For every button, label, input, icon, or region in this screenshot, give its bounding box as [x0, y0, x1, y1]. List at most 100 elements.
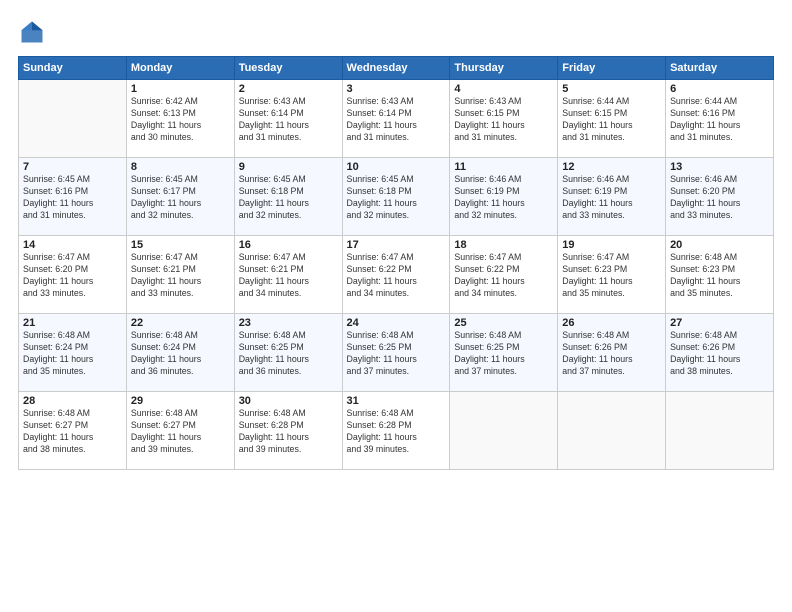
day-number: 4: [454, 83, 553, 95]
day-detail: Sunrise: 6:47 AMSunset: 6:22 PMDaylight:…: [454, 252, 553, 300]
day-number: 26: [562, 317, 661, 329]
day-number: 22: [131, 317, 230, 329]
page: SundayMondayTuesdayWednesdayThursdayFrid…: [0, 0, 792, 612]
day-detail: Sunrise: 6:45 AMSunset: 6:18 PMDaylight:…: [239, 174, 338, 222]
day-detail: Sunrise: 6:43 AMSunset: 6:15 PMDaylight:…: [454, 96, 553, 144]
day-number: 28: [23, 395, 122, 407]
calendar-cell: [666, 392, 774, 470]
day-number: 25: [454, 317, 553, 329]
calendar-week-4: 28Sunrise: 6:48 AMSunset: 6:27 PMDayligh…: [19, 392, 774, 470]
day-number: 6: [670, 83, 769, 95]
day-detail: Sunrise: 6:45 AMSunset: 6:17 PMDaylight:…: [131, 174, 230, 222]
day-number: 2: [239, 83, 338, 95]
day-header-wednesday: Wednesday: [342, 57, 450, 80]
day-detail: Sunrise: 6:47 AMSunset: 6:23 PMDaylight:…: [562, 252, 661, 300]
day-number: 21: [23, 317, 122, 329]
day-detail: Sunrise: 6:48 AMSunset: 6:28 PMDaylight:…: [347, 408, 446, 456]
day-header-monday: Monday: [126, 57, 234, 80]
day-number: 11: [454, 161, 553, 173]
day-number: 29: [131, 395, 230, 407]
day-number: 1: [131, 83, 230, 95]
day-number: 19: [562, 239, 661, 251]
day-number: 7: [23, 161, 122, 173]
day-header-tuesday: Tuesday: [234, 57, 342, 80]
calendar-week-0: 1Sunrise: 6:42 AMSunset: 6:13 PMDaylight…: [19, 80, 774, 158]
logo-icon: [18, 18, 46, 46]
day-detail: Sunrise: 6:46 AMSunset: 6:20 PMDaylight:…: [670, 174, 769, 222]
day-number: 12: [562, 161, 661, 173]
calendar-cell: 17Sunrise: 6:47 AMSunset: 6:22 PMDayligh…: [342, 236, 450, 314]
calendar-cell: 24Sunrise: 6:48 AMSunset: 6:25 PMDayligh…: [342, 314, 450, 392]
day-header-friday: Friday: [558, 57, 666, 80]
day-number: 13: [670, 161, 769, 173]
day-detail: Sunrise: 6:48 AMSunset: 6:26 PMDaylight:…: [562, 330, 661, 378]
day-header-sunday: Sunday: [19, 57, 127, 80]
day-detail: Sunrise: 6:43 AMSunset: 6:14 PMDaylight:…: [347, 96, 446, 144]
calendar-cell: 13Sunrise: 6:46 AMSunset: 6:20 PMDayligh…: [666, 158, 774, 236]
day-detail: Sunrise: 6:47 AMSunset: 6:22 PMDaylight:…: [347, 252, 446, 300]
day-detail: Sunrise: 6:48 AMSunset: 6:25 PMDaylight:…: [347, 330, 446, 378]
day-number: 9: [239, 161, 338, 173]
day-detail: Sunrise: 6:43 AMSunset: 6:14 PMDaylight:…: [239, 96, 338, 144]
calendar-cell: 31Sunrise: 6:48 AMSunset: 6:28 PMDayligh…: [342, 392, 450, 470]
day-detail: Sunrise: 6:44 AMSunset: 6:16 PMDaylight:…: [670, 96, 769, 144]
day-header-saturday: Saturday: [666, 57, 774, 80]
day-number: 20: [670, 239, 769, 251]
day-detail: Sunrise: 6:42 AMSunset: 6:13 PMDaylight:…: [131, 96, 230, 144]
day-number: 8: [131, 161, 230, 173]
day-detail: Sunrise: 6:48 AMSunset: 6:24 PMDaylight:…: [23, 330, 122, 378]
calendar-cell: 27Sunrise: 6:48 AMSunset: 6:26 PMDayligh…: [666, 314, 774, 392]
day-detail: Sunrise: 6:48 AMSunset: 6:23 PMDaylight:…: [670, 252, 769, 300]
calendar-cell: 5Sunrise: 6:44 AMSunset: 6:15 PMDaylight…: [558, 80, 666, 158]
day-detail: Sunrise: 6:48 AMSunset: 6:27 PMDaylight:…: [23, 408, 122, 456]
calendar-cell: 3Sunrise: 6:43 AMSunset: 6:14 PMDaylight…: [342, 80, 450, 158]
calendar-cell: 16Sunrise: 6:47 AMSunset: 6:21 PMDayligh…: [234, 236, 342, 314]
logo: [18, 18, 50, 46]
day-detail: Sunrise: 6:48 AMSunset: 6:26 PMDaylight:…: [670, 330, 769, 378]
day-detail: Sunrise: 6:48 AMSunset: 6:24 PMDaylight:…: [131, 330, 230, 378]
calendar-cell: 15Sunrise: 6:47 AMSunset: 6:21 PMDayligh…: [126, 236, 234, 314]
calendar-cell: 14Sunrise: 6:47 AMSunset: 6:20 PMDayligh…: [19, 236, 127, 314]
day-number: 24: [347, 317, 446, 329]
day-detail: Sunrise: 6:48 AMSunset: 6:28 PMDaylight:…: [239, 408, 338, 456]
calendar-cell: 7Sunrise: 6:45 AMSunset: 6:16 PMDaylight…: [19, 158, 127, 236]
calendar-cell: [558, 392, 666, 470]
day-detail: Sunrise: 6:45 AMSunset: 6:16 PMDaylight:…: [23, 174, 122, 222]
day-detail: Sunrise: 6:46 AMSunset: 6:19 PMDaylight:…: [562, 174, 661, 222]
day-number: 10: [347, 161, 446, 173]
calendar-cell: [450, 392, 558, 470]
calendar-cell: 29Sunrise: 6:48 AMSunset: 6:27 PMDayligh…: [126, 392, 234, 470]
calendar-cell: 10Sunrise: 6:45 AMSunset: 6:18 PMDayligh…: [342, 158, 450, 236]
calendar-cell: 30Sunrise: 6:48 AMSunset: 6:28 PMDayligh…: [234, 392, 342, 470]
calendar-cell: 25Sunrise: 6:48 AMSunset: 6:25 PMDayligh…: [450, 314, 558, 392]
calendar-week-3: 21Sunrise: 6:48 AMSunset: 6:24 PMDayligh…: [19, 314, 774, 392]
calendar-cell: 6Sunrise: 6:44 AMSunset: 6:16 PMDaylight…: [666, 80, 774, 158]
calendar-cell: 1Sunrise: 6:42 AMSunset: 6:13 PMDaylight…: [126, 80, 234, 158]
calendar-header-row: SundayMondayTuesdayWednesdayThursdayFrid…: [19, 57, 774, 80]
day-number: 31: [347, 395, 446, 407]
calendar-week-2: 14Sunrise: 6:47 AMSunset: 6:20 PMDayligh…: [19, 236, 774, 314]
calendar: SundayMondayTuesdayWednesdayThursdayFrid…: [18, 56, 774, 470]
day-number: 27: [670, 317, 769, 329]
day-number: 5: [562, 83, 661, 95]
day-header-thursday: Thursday: [450, 57, 558, 80]
calendar-cell: 20Sunrise: 6:48 AMSunset: 6:23 PMDayligh…: [666, 236, 774, 314]
header: [18, 18, 774, 46]
calendar-cell: 11Sunrise: 6:46 AMSunset: 6:19 PMDayligh…: [450, 158, 558, 236]
day-number: 15: [131, 239, 230, 251]
calendar-cell: 4Sunrise: 6:43 AMSunset: 6:15 PMDaylight…: [450, 80, 558, 158]
day-detail: Sunrise: 6:48 AMSunset: 6:25 PMDaylight:…: [454, 330, 553, 378]
calendar-cell: 12Sunrise: 6:46 AMSunset: 6:19 PMDayligh…: [558, 158, 666, 236]
day-detail: Sunrise: 6:48 AMSunset: 6:27 PMDaylight:…: [131, 408, 230, 456]
day-number: 18: [454, 239, 553, 251]
day-number: 3: [347, 83, 446, 95]
calendar-cell: 18Sunrise: 6:47 AMSunset: 6:22 PMDayligh…: [450, 236, 558, 314]
day-detail: Sunrise: 6:47 AMSunset: 6:21 PMDaylight:…: [131, 252, 230, 300]
calendar-cell: 26Sunrise: 6:48 AMSunset: 6:26 PMDayligh…: [558, 314, 666, 392]
day-detail: Sunrise: 6:47 AMSunset: 6:21 PMDaylight:…: [239, 252, 338, 300]
day-detail: Sunrise: 6:48 AMSunset: 6:25 PMDaylight:…: [239, 330, 338, 378]
calendar-cell: 23Sunrise: 6:48 AMSunset: 6:25 PMDayligh…: [234, 314, 342, 392]
day-detail: Sunrise: 6:47 AMSunset: 6:20 PMDaylight:…: [23, 252, 122, 300]
calendar-cell: 22Sunrise: 6:48 AMSunset: 6:24 PMDayligh…: [126, 314, 234, 392]
calendar-cell: 28Sunrise: 6:48 AMSunset: 6:27 PMDayligh…: [19, 392, 127, 470]
